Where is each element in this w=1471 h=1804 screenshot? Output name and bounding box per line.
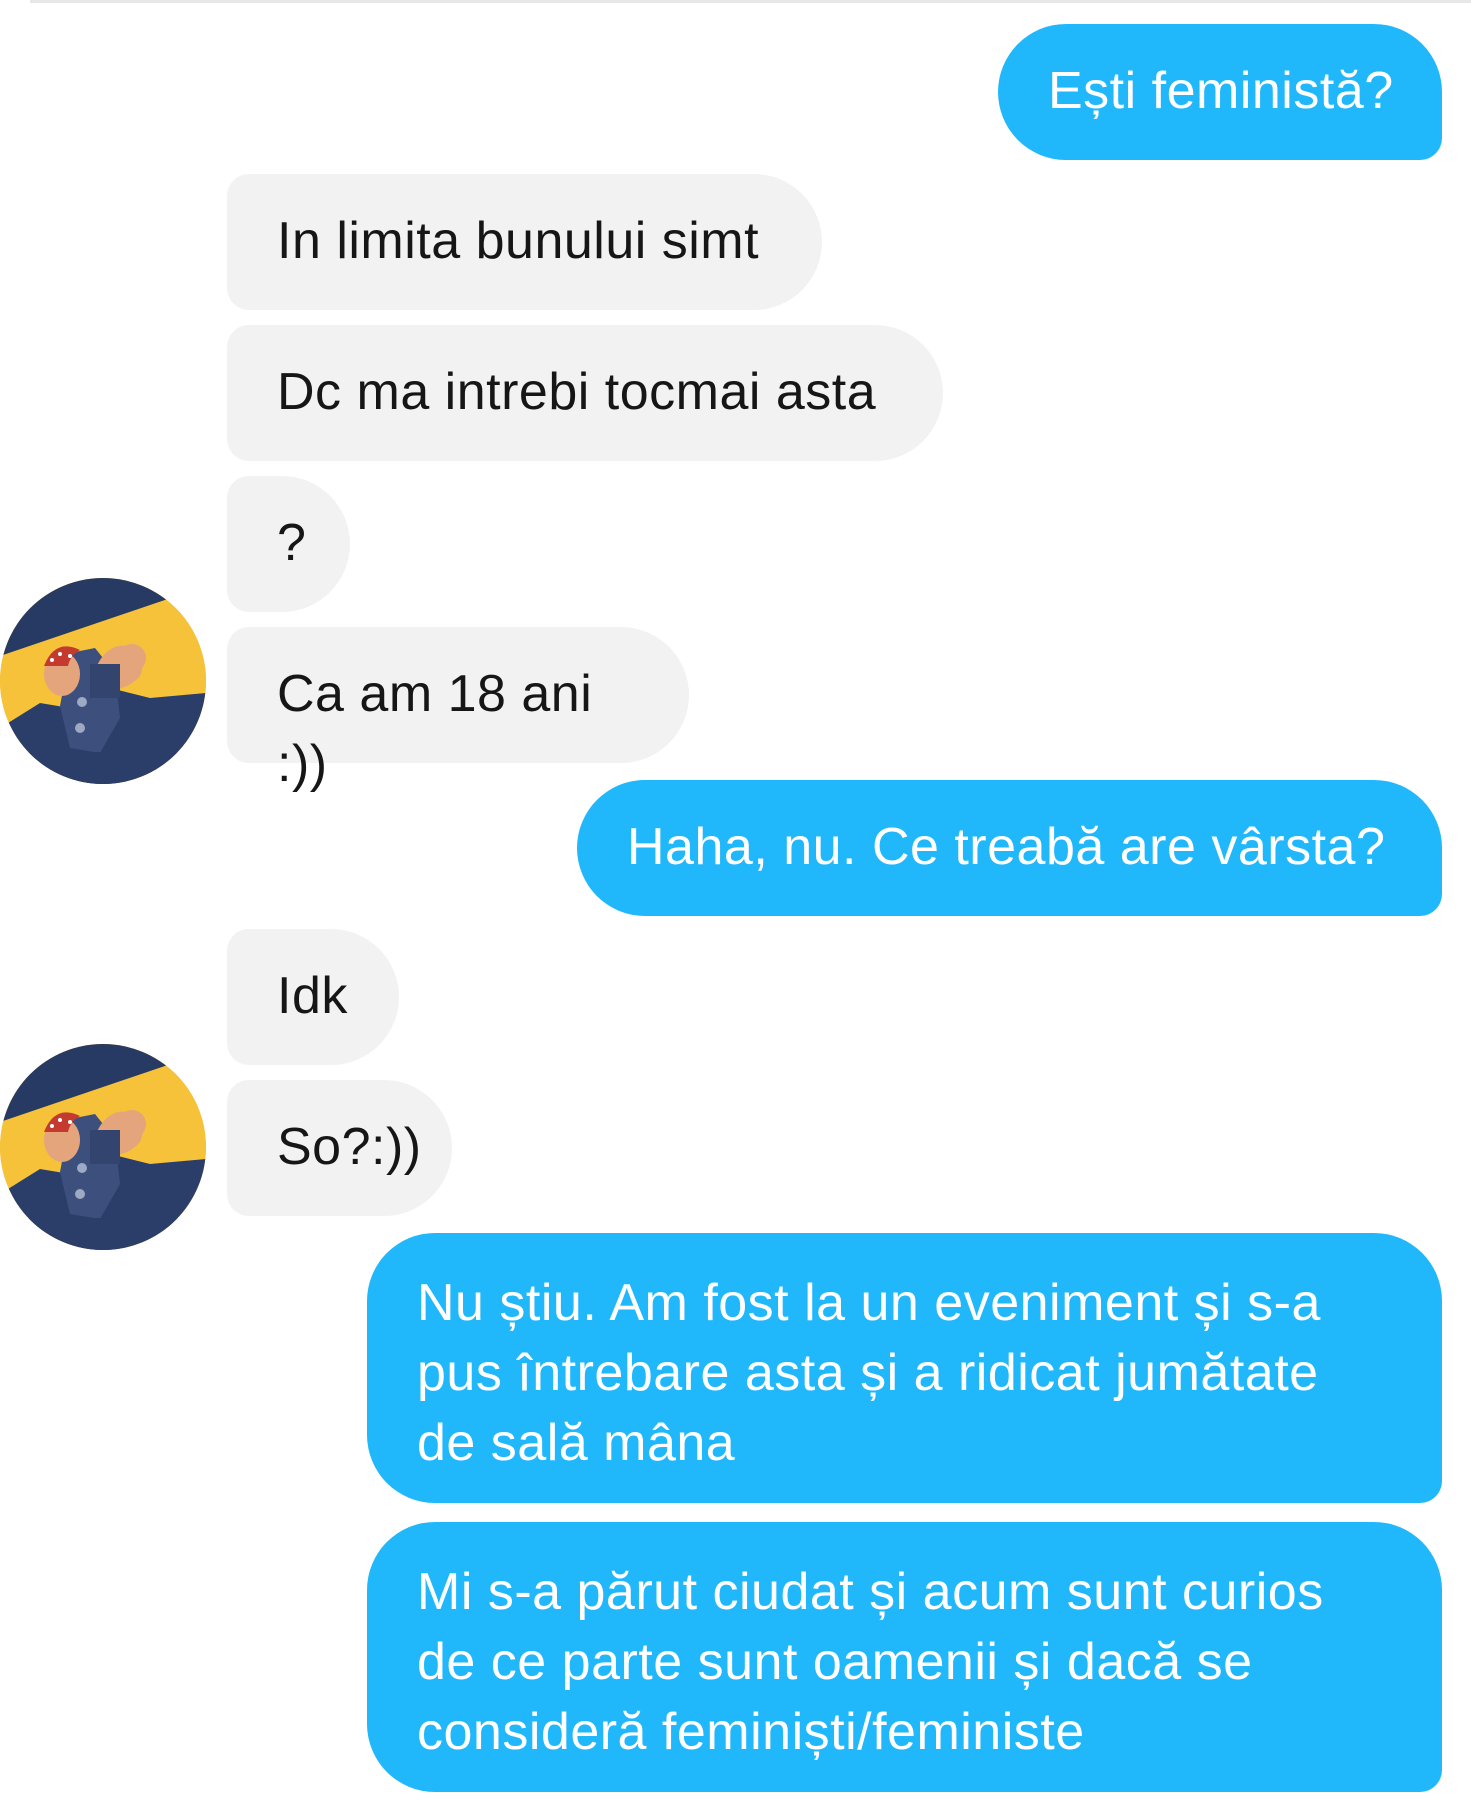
incoming-message[interactable]: Dc ma intrebi tocmai asta <box>227 325 943 461</box>
outgoing-message[interactable]: Ești feministă? <box>998 24 1442 160</box>
outgoing-message[interactable]: Haha, nu. Ce treabă are vârsta? <box>577 780 1442 916</box>
rosie-the-riveter-avatar-icon <box>0 578 206 784</box>
incoming-message[interactable]: Idk <box>227 929 399 1065</box>
contact-avatar[interactable] <box>0 1044 206 1250</box>
contact-avatar[interactable] <box>0 578 206 784</box>
rosie-the-riveter-avatar-icon <box>0 1044 206 1250</box>
incoming-message[interactable]: In limita bunului simt <box>227 174 822 310</box>
incoming-message[interactable]: ? <box>227 476 350 612</box>
header-edge <box>30 0 1471 3</box>
outgoing-message[interactable]: Nu știu. Am fost la un eveniment și s-a … <box>367 1233 1442 1503</box>
incoming-message[interactable]: Ca am 18 ani :)) <box>227 627 689 793</box>
outgoing-message[interactable]: Mi s-a părut ciudat și acum sunt curios … <box>367 1522 1442 1792</box>
incoming-message[interactable]: So?:)) <box>227 1080 452 1216</box>
